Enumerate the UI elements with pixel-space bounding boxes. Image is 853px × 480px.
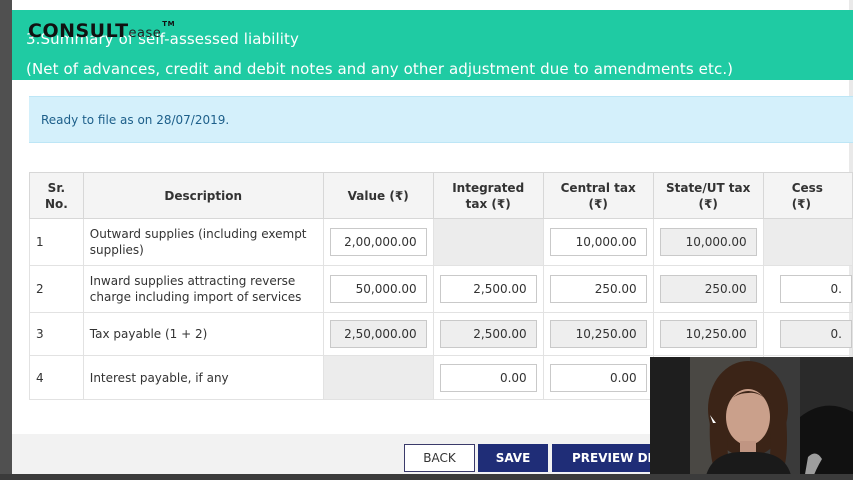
watermark-logo-suffix: ease (128, 26, 162, 41)
interest-igst-input[interactable]: 0.00 (439, 363, 537, 392)
igst-cell: 2,500.00 (432, 265, 544, 313)
igst-cell: 2,500.00 (432, 312, 544, 356)
row-description: Interest payable, if any (82, 355, 324, 400)
cess-input[interactable]: 0. (780, 275, 852, 303)
row-sr: 2 (29, 265, 84, 313)
igst-readonly: 2,500.00 (439, 320, 537, 348)
cgst-cell: 10,000.00 (542, 218, 654, 266)
value-cell: 2,50,000.00 (322, 312, 434, 356)
sgst-cell: 10,000.00 (652, 218, 764, 266)
row-description: Inward supplies attracting reverse charg… (82, 265, 324, 313)
value-cell: 2,00,000.00 (322, 218, 434, 266)
cgst-cell: 250.00 (542, 265, 654, 313)
col-header-value: Value (₹) (322, 172, 434, 219)
value-cell: 50,000.00 (322, 265, 434, 313)
watermark-logo-text: CONSULT (28, 20, 129, 42)
value-input[interactable]: 50,000.00 (329, 275, 427, 303)
watermark-tm: TM (162, 20, 176, 28)
sgst-cell: 10,250.00 (652, 312, 764, 356)
value-input[interactable]: 2,00,000.00 (329, 228, 427, 256)
cess-readonly: 0. (780, 320, 852, 348)
sgst-readonly: 250.00 (659, 275, 757, 303)
cgst-cell: 10,250.00 (542, 312, 654, 356)
cess-cell-disabled (762, 218, 853, 266)
interest-cgst-input[interactable]: 0.00 (549, 363, 647, 392)
save-button[interactable]: SAVE (478, 444, 548, 472)
cgst-readonly: 10,250.00 (549, 320, 647, 348)
col-header-cgst: Central tax (₹) (542, 172, 654, 219)
status-alert-text: Ready to file as on 28/07/2019. (41, 113, 230, 127)
back-button[interactable]: BACK (404, 444, 475, 472)
col-header-description: Description (82, 172, 324, 219)
col-header-sgst: State/UT tax (₹) (652, 172, 764, 219)
video-bottom-bar (0, 474, 853, 480)
table-row: 1 Outward supplies (including exempt sup… (29, 218, 853, 266)
row-sr: 1 (29, 218, 84, 266)
presenter-video-frame (650, 357, 853, 480)
preview-draft-button[interactable]: PREVIEW DRA (552, 444, 662, 472)
row-description: Tax payable (1 + 2) (82, 312, 324, 356)
row-sr: 4 (29, 355, 84, 400)
cgst-input[interactable]: 250.00 (549, 275, 647, 303)
table-row: 2 Inward supplies attracting reverse cha… (29, 265, 853, 313)
cgst-input[interactable]: 10,000.00 (549, 228, 647, 256)
table-header-row: Sr. No. Description Value (₹) Integrated… (29, 172, 853, 219)
sgst-readonly: 10,250.00 (659, 320, 757, 348)
section-subtitle: (Net of advances, credit and debit notes… (26, 60, 734, 78)
col-header-cess: Cess (₹) (762, 172, 853, 219)
cgst-cell: 0.00 (542, 355, 654, 400)
row-sr: 3 (29, 312, 84, 356)
row-description: Outward supplies (including exempt suppl… (82, 218, 324, 266)
igst-cell-disabled (432, 218, 544, 266)
igst-input[interactable]: 2,500.00 (439, 275, 537, 303)
webcam-overlay (650, 357, 853, 480)
sgst-cell: 250.00 (652, 265, 764, 313)
cess-cell: 0. (762, 265, 853, 313)
sgst-readonly: 10,000.00 (659, 228, 757, 256)
table-row: 3 Tax payable (1 + 2) 2,50,000.00 2,500.… (29, 312, 853, 356)
col-header-igst: Integrated tax (₹) (432, 172, 544, 219)
watermark-logo: CONSULTeaseTM (28, 20, 175, 42)
cess-cell: 0. (762, 312, 853, 356)
status-alert: Ready to file as on 28/07/2019. (29, 96, 853, 143)
col-header-sr: Sr. No. (29, 172, 84, 219)
value-readonly: 2,50,000.00 (329, 320, 427, 348)
igst-cell: 0.00 (432, 355, 544, 400)
value-cell-disabled (322, 355, 434, 400)
